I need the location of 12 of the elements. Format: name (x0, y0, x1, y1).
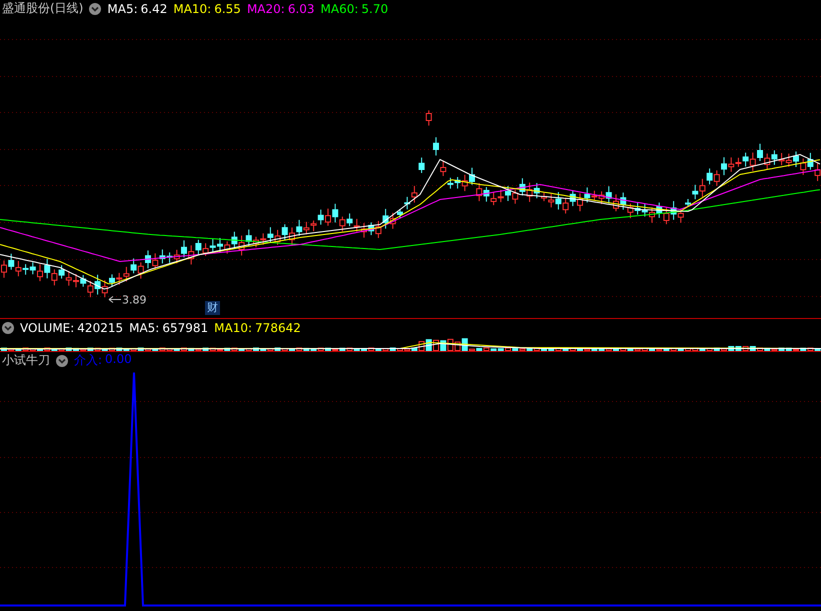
panel-title: 盛通股份(日线) (2, 0, 84, 17)
low-price-label: 3.89 (122, 294, 146, 306)
indicator-reading: MA5: 6.42 (107, 2, 168, 16)
indicator-reading: MA20: 6.03 (246, 2, 315, 16)
indicator-reading: 介入: 0.00 (74, 352, 132, 369)
indicator-reading: MA10: 778642 (214, 320, 301, 334)
panel-title: 小试牛刀 (2, 352, 50, 369)
indicator-reading: VOLUME: 420215 (20, 320, 124, 334)
indicator-reading: MA60: 5.70 (320, 2, 388, 16)
indicator-reading: MA5: 657981 (129, 320, 208, 334)
event-badge[interactable]: 财 (205, 301, 220, 315)
indicator-reading: MA10: 6.55 (173, 2, 241, 16)
